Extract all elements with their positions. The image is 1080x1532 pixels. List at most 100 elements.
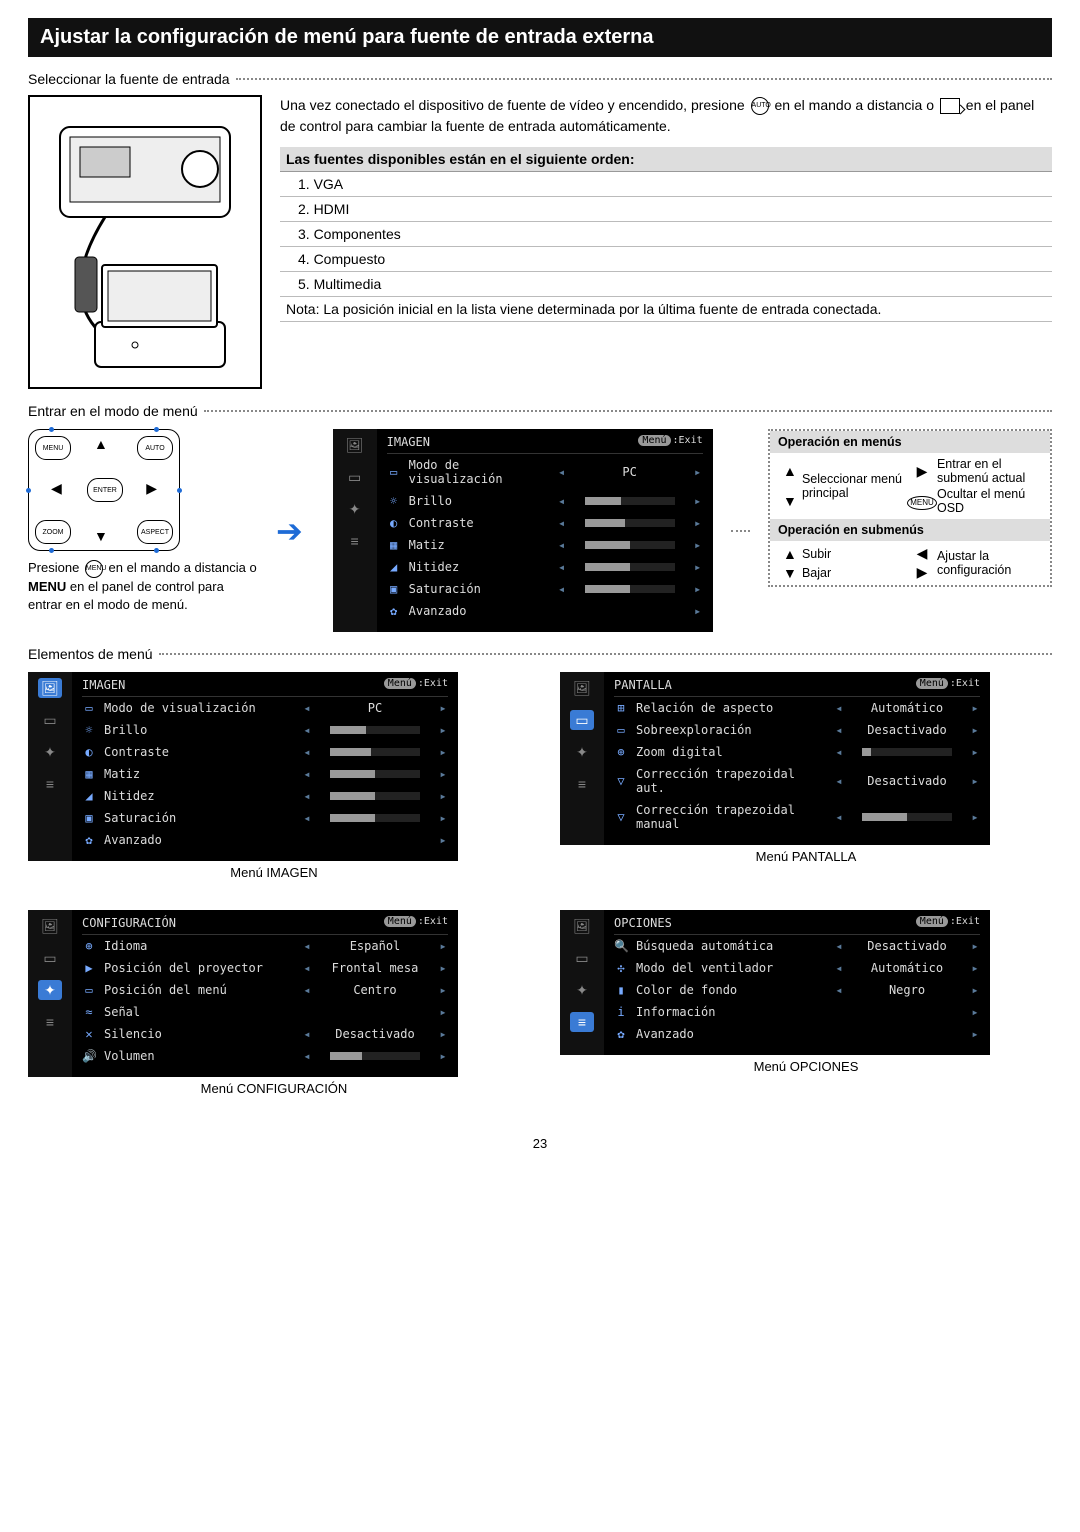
osd-tab-icon: ▭ [343, 467, 367, 487]
section-enter-menu-heading: Entrar en el modo de menú [28, 403, 1052, 419]
osd-imagen: 🖼▭✦≡ IMAGENMenú:Exit ▭Modo de visualizac… [28, 672, 520, 861]
osd-row: ◐Contraste◂▸ [82, 741, 448, 763]
down-triangle-icon: ▼ [778, 493, 802, 509]
osd-row: ▮Color de fondo◂Negro▸ [614, 979, 980, 1001]
osd-row: ◢Nitidez◂▸ [82, 785, 448, 807]
osd-row: ▦Matiz◂▸ [82, 763, 448, 785]
osd-row: ✕Silencio◂Desactivado▸ [82, 1023, 448, 1045]
right-triangle-icon: ▶ [907, 463, 937, 480]
osd-row: ▭Posición del menú◂Centro▸ [82, 979, 448, 1001]
osd-pantalla: 🖼▭✦≡ PANTALLAMenú:Exit ⊞Relación de aspe… [560, 672, 1052, 845]
osd-tab-icon: ▭ [570, 710, 594, 730]
ops-down: Bajar [802, 566, 907, 580]
osd-tab-icon: ▭ [570, 948, 594, 968]
osd-tab-icon: ✦ [570, 980, 594, 1000]
intro-b: en el mando a distancia o [774, 97, 937, 113]
sources-note: Nota: La posición inicial en la lista vi… [280, 297, 1052, 322]
osd-row: ✣Modo del ventilador◂Automático▸ [614, 957, 980, 979]
ops-adjust: Ajustar la configuración [937, 549, 1042, 577]
ops-up: Subir [802, 547, 907, 561]
caption-config: Menú CONFIGURACIÓN [28, 1081, 520, 1096]
osd-row: ☼Brillo◂▸ [387, 490, 703, 512]
osd-tab-icon: 🖼 [38, 678, 62, 698]
menu-round-icon: MENU [907, 496, 937, 510]
ops-hide-osd: Ocultar el menú OSD [937, 487, 1042, 515]
section1-label: Seleccionar la fuente de entrada [28, 71, 230, 87]
osd-tab-icon: 🖼 [38, 916, 62, 936]
osd-row: ⊕Zoom digital◂▸ [614, 741, 980, 763]
remote-illustration: MENU AUTO ENTER ZOOM ASPECT ▲ ▼ ◀ ▶ [28, 429, 180, 551]
osd-config: 🖼▭✦≡ CONFIGURACIÓNMenú:Exit ⊕Idioma◂Espa… [28, 910, 520, 1077]
menu-icon: MENU [85, 560, 103, 578]
osd-row: ◢Nitidez◂▸ [387, 556, 703, 578]
ops-header-submenus: Operación en submenús [770, 519, 1050, 541]
osd-tab-icon: 🖼 [570, 678, 594, 698]
osd-row: 🔍Búsqueda automática◂Desactivado▸ [614, 935, 980, 957]
ops-select-main: Seleccionar menú principal [802, 472, 907, 500]
osd-row: ✿Avanzado▸ [82, 829, 448, 851]
source-icon [940, 98, 960, 114]
page-number: 23 [28, 1136, 1052, 1151]
osd-tab-icon: ≡ [343, 531, 367, 551]
source-item: 5. Multimedia [280, 272, 1052, 297]
osd-tab-icon: ≡ [570, 1012, 594, 1032]
osd-row: ▣Saturación◂▸ [82, 807, 448, 829]
osd-row: ⊞Relación de aspecto◂Automático▸ [614, 697, 980, 719]
caption-opciones: Menú OPCIONES [560, 1059, 1052, 1074]
menus-grid: 🖼▭✦≡ IMAGENMenú:Exit ▭Modo de visualizac… [28, 672, 1052, 1096]
sources-header: Las fuentes disponibles están en el sigu… [280, 147, 1052, 172]
osd-tab-icon: ✦ [38, 980, 62, 1000]
source-item: 4. Compuesto [280, 247, 1052, 272]
source-item: 1. VGA [280, 172, 1052, 197]
ops-enter-sub: Entrar en el submenú actual [937, 457, 1042, 485]
intro-paragraph: Una vez conectado el dispositivo de fuen… [280, 95, 1052, 137]
up-triangle-icon: ▲ [778, 546, 802, 562]
auto-icon: AUTO [751, 97, 769, 115]
osd-tab-icon: ✦ [343, 499, 367, 519]
ops-header-menus: Operación en menús [770, 431, 1050, 453]
osd-row: ▣Saturación◂▸ [387, 578, 703, 600]
remote-aspect-btn: ASPECT [137, 520, 173, 544]
up-triangle-icon: ▲ [778, 463, 802, 479]
osd-tab-icon: ▭ [38, 710, 62, 730]
osd-opciones: 🖼▭✦≡ OPCIONESMenú:Exit 🔍Búsqueda automát… [560, 910, 1052, 1055]
source-item: 3. Componentes [280, 222, 1052, 247]
osd-row: ▭Modo de visualización◂PC▸ [82, 697, 448, 719]
remote-zoom-btn: ZOOM [35, 520, 71, 544]
osd-row: ▭Modo de visualización◂PC▸ [387, 454, 703, 490]
osd-row: ▦Matiz◂▸ [387, 534, 703, 556]
osd-tab-icon: ≡ [570, 774, 594, 794]
osd-row: ▭Sobreexploración◂Desactivado▸ [614, 719, 980, 741]
section-select-source-heading: Seleccionar la fuente de entrada [28, 71, 1052, 87]
remote-enter-btn: ENTER [87, 478, 123, 502]
section-menu-items-heading: Elementos de menú [28, 646, 1052, 662]
dots [236, 78, 1052, 80]
projector-svg [40, 107, 250, 377]
sources-table: Las fuentes disponibles están en el sigu… [280, 147, 1052, 322]
osd-row: 🔊Volumen◂▸ [82, 1045, 448, 1067]
osd-tab-icon: 🖼 [343, 435, 367, 455]
osd-row: iInformación▸ [614, 1001, 980, 1023]
down-triangle-icon: ▼ [778, 565, 802, 581]
osd-tab-icon: ▭ [38, 948, 62, 968]
osd-row: ▶Posición del proyector◂Frontal mesa▸ [82, 957, 448, 979]
osd-row: ☼Brillo◂▸ [82, 719, 448, 741]
connector-line [731, 530, 750, 532]
operations-box: Operación en menús ▲ Seleccionar menú pr… [768, 429, 1052, 587]
caption-pantalla: Menú PANTALLA [560, 849, 1052, 864]
arrow-right-icon: ➔ [276, 512, 315, 550]
osd-row: ✿Avanzado▸ [387, 600, 703, 622]
intro-a: Una vez conectado el dispositivo de fuen… [280, 97, 749, 113]
osd-row: ✿Avanzado▸ [614, 1023, 980, 1045]
osd-imagen-main: 🖼▭✦≡ IMAGENMenú:Exit ▭Modo de visualizac… [333, 429, 713, 632]
remote-menu-btn: MENU [35, 436, 71, 460]
source-item: 2. HDMI [280, 197, 1052, 222]
osd-tab-icon: ≡ [38, 1012, 62, 1032]
osd-row: ▽Corrección trapezoidal manual◂▸ [614, 799, 980, 835]
osd-tab-icon: ✦ [38, 742, 62, 762]
section2-label: Entrar en el modo de menú [28, 403, 198, 419]
osd-tab-icon: ≡ [38, 774, 62, 794]
remote-caption: Presione MENU en el mando a distancia o … [28, 559, 258, 614]
left-triangle-icon: ◀ [907, 545, 937, 562]
dots [204, 410, 1052, 412]
